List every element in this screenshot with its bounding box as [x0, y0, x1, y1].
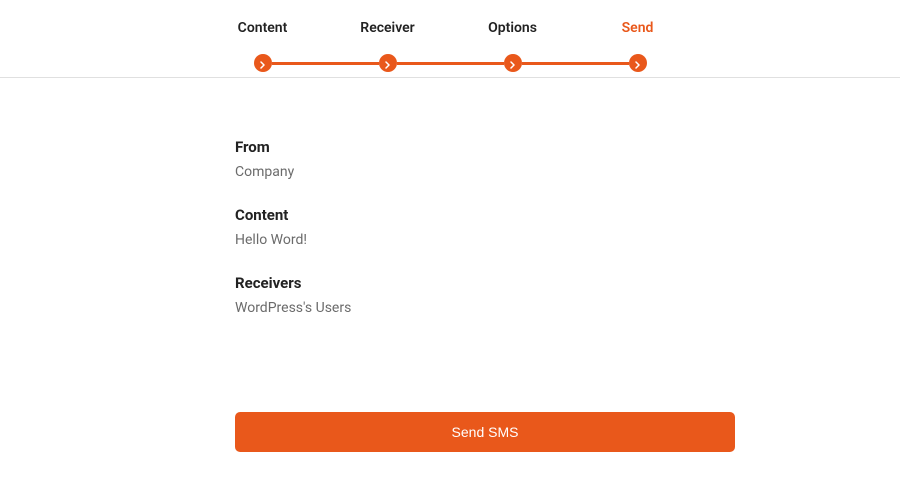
summary-content: Content Hello Word! [235, 206, 735, 248]
chevron-right-icon [509, 54, 517, 73]
receivers-value: WordPress's Users [235, 300, 735, 316]
wizard-steps: Content Receiver Options Send [0, 0, 900, 78]
summary-panel: From Company Content Hello Word! Receive… [235, 78, 735, 452]
step-connector [522, 62, 629, 65]
from-value: Company [235, 164, 735, 180]
content-value: Hello Word! [235, 232, 735, 248]
step-dot-receiver[interactable] [379, 54, 397, 72]
steps-labels-row: Content Receiver Options Send [0, 20, 900, 36]
send-sms-button[interactable]: Send SMS [235, 412, 735, 452]
chevron-right-icon [384, 54, 392, 73]
steps-track [0, 54, 900, 72]
step-dot-send[interactable] [629, 54, 647, 72]
receivers-label: Receivers [235, 274, 735, 292]
summary-receivers: Receivers WordPress's Users [235, 274, 735, 316]
step-connector [272, 62, 379, 65]
step-dot-options[interactable] [504, 54, 522, 72]
chevron-right-icon [259, 54, 267, 73]
summary-from: From Company [235, 138, 735, 180]
from-label: From [235, 138, 735, 156]
content-label: Content [235, 206, 735, 224]
step-label-receiver[interactable]: Receiver [325, 20, 450, 36]
step-dot-content[interactable] [254, 54, 272, 72]
step-connector [397, 62, 504, 65]
step-label-send[interactable]: Send [575, 20, 700, 36]
step-label-options[interactable]: Options [450, 20, 575, 36]
chevron-right-icon [634, 54, 642, 73]
step-label-content[interactable]: Content [200, 20, 325, 36]
